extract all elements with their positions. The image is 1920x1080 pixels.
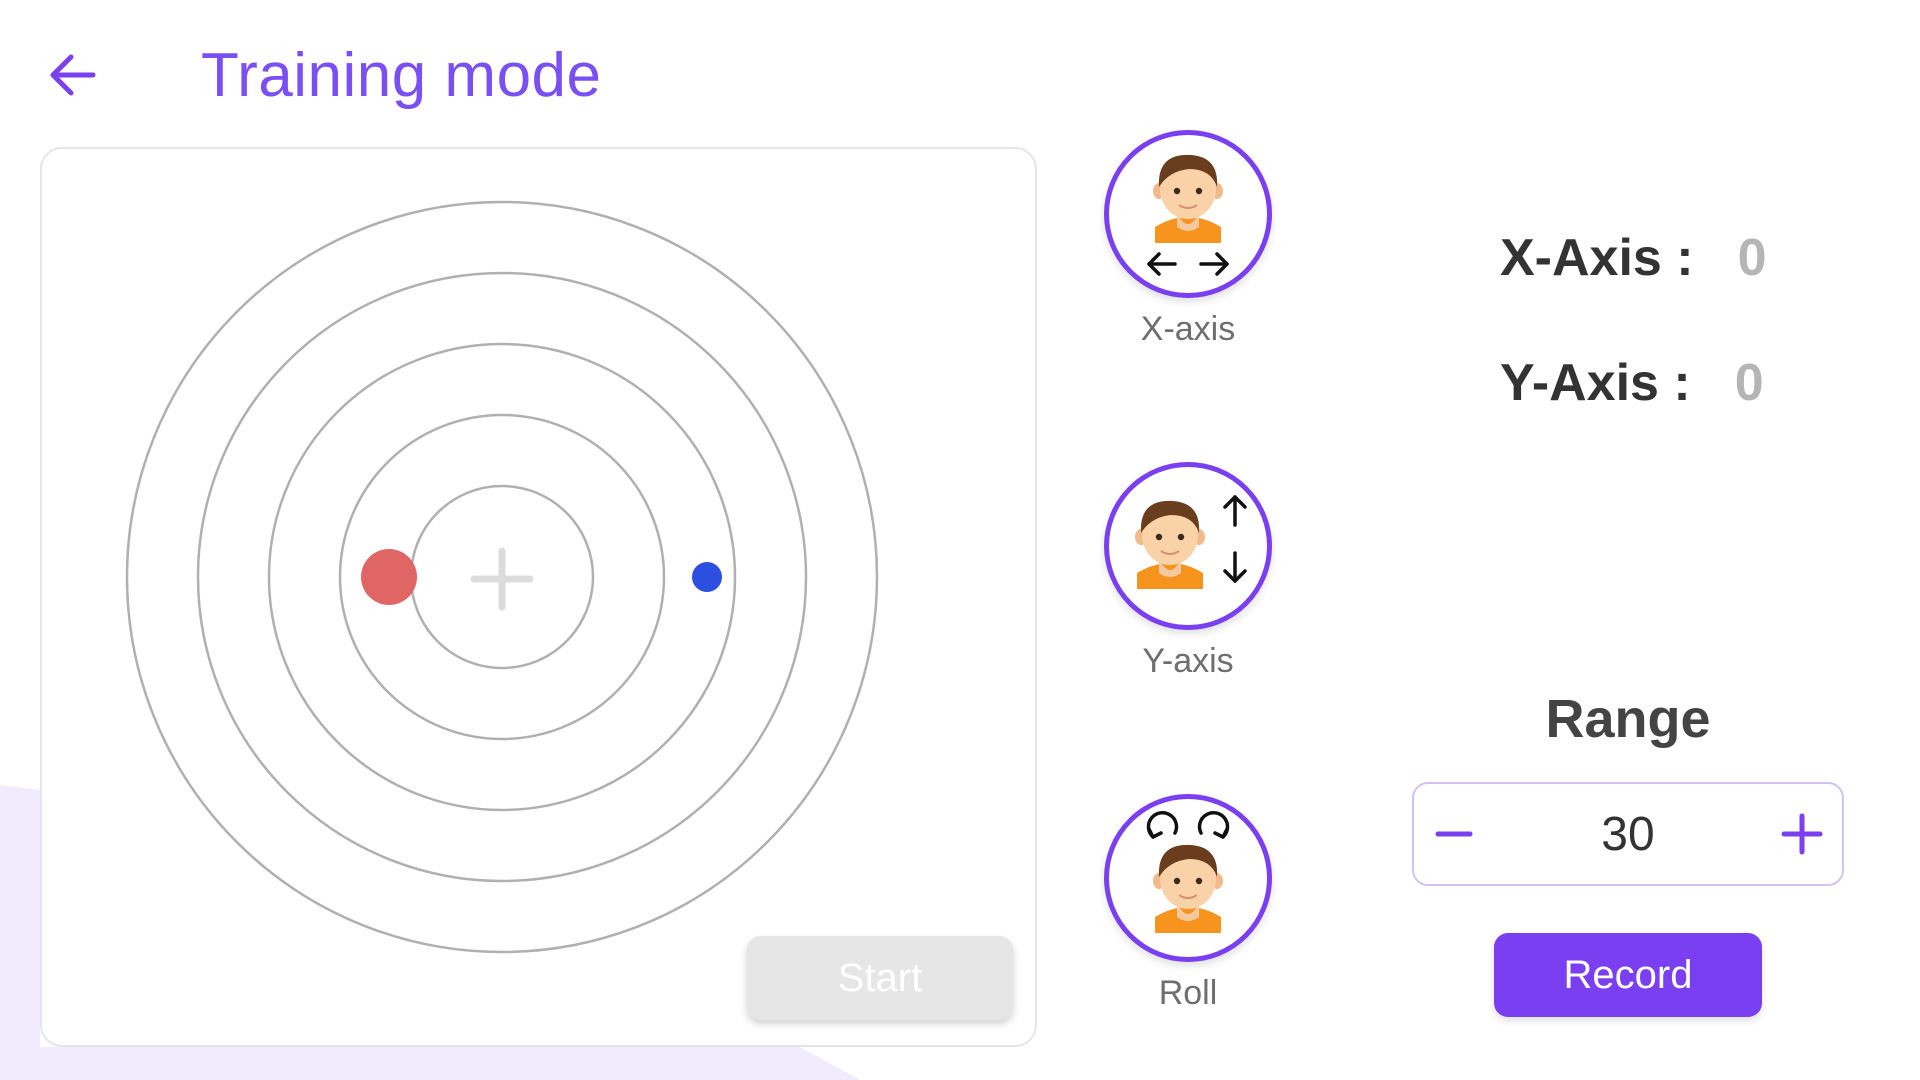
mode-y-axis: Y-axis <box>1098 462 1278 681</box>
target-panel: Start <box>40 147 1037 1047</box>
y-axis-readout: Y-Axis : 0 <box>1500 353 1764 413</box>
start-button[interactable]: Start <box>747 936 1013 1020</box>
blue-target-marker <box>692 562 722 592</box>
y-axis-value: 0 <box>1734 354 1764 412</box>
plus-icon <box>470 547 534 611</box>
x-axis-value: 0 <box>1737 229 1767 287</box>
minus-icon <box>1435 831 1473 837</box>
x-axis-label: X-Axis : <box>1500 229 1694 287</box>
head-left-right-icon <box>1147 154 1229 276</box>
range-value: 30 <box>1601 807 1655 861</box>
y-axis-label: Y-Axis : <box>1500 354 1691 412</box>
arrow-left-icon <box>50 54 96 96</box>
mode-x-axis-label: X-axis <box>1140 310 1236 348</box>
mode-roll: Roll <box>1098 794 1278 1013</box>
range-decrement-button[interactable] <box>1414 784 1494 884</box>
red-position-marker <box>361 549 417 605</box>
mode-y-axis-label: Y-axis <box>1142 642 1234 680</box>
mode-roll-button[interactable] <box>1104 794 1272 962</box>
page-title: Training mode <box>201 40 602 110</box>
mode-x-axis: X-axis <box>1098 130 1278 349</box>
plus-icon <box>1781 813 1823 855</box>
back-button[interactable] <box>45 47 101 103</box>
x-axis-readout: X-Axis : 0 <box>1500 228 1767 288</box>
head-roll-icon <box>1146 810 1230 933</box>
mode-roll-label: Roll <box>1158 974 1218 1012</box>
mode-x-axis-button[interactable] <box>1104 130 1272 298</box>
head-up-down-icon <box>1135 495 1247 589</box>
range-increment-button[interactable] <box>1762 784 1842 884</box>
range-title: Range <box>1545 689 1711 749</box>
range-stepper: 30 <box>1412 782 1844 886</box>
mode-y-axis-button[interactable] <box>1104 462 1272 630</box>
header: Training mode <box>45 40 602 110</box>
record-button[interactable]: Record <box>1494 933 1762 1017</box>
target-rings <box>125 200 879 954</box>
